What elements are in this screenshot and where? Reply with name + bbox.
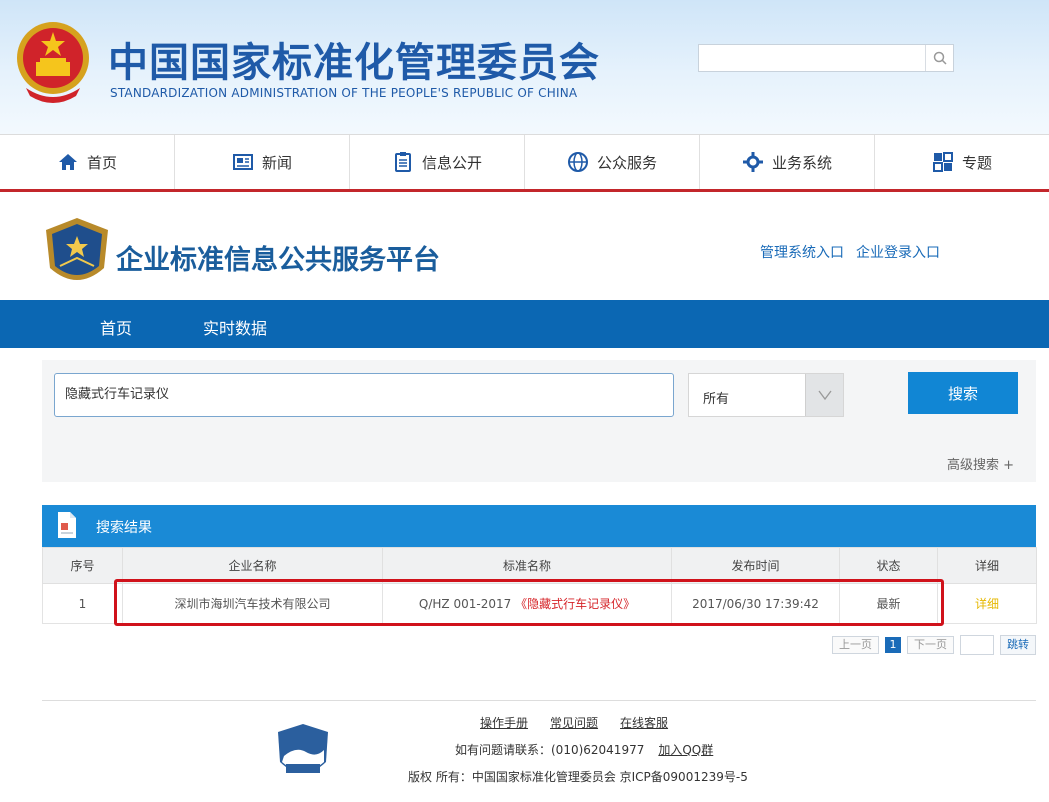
search-icon[interactable] <box>925 45 953 71</box>
status-text: 最新 <box>839 583 938 624</box>
main-nav-label: 首页 <box>86 153 117 172</box>
org-name-en: STANDARDIZATION ADMINISTRATION OF THE PE… <box>110 86 578 100</box>
footer-divider <box>42 700 1036 701</box>
jump-button[interactable]: 跳转 <box>1000 635 1036 655</box>
results-table: 序号 企业名称 标准名称 发布时间 状态 详细 1 深圳市海圳汽车技术有限公司 … <box>42 547 1037 624</box>
main-nav-label: 新闻 <box>261 153 292 172</box>
faq-link[interactable]: 常见问题 <box>550 716 598 730</box>
table-header-row: 序号 企业名称 标准名称 发布时间 状态 详细 <box>42 547 1037 584</box>
main-nav-info[interactable]: 信息公开 <box>350 135 525 189</box>
current-page[interactable]: 1 <box>885 637 901 653</box>
scope-select-value: 所有 <box>703 392 730 407</box>
publish-date: 2017/06/30 17:39:42 <box>671 583 840 624</box>
keyword-input[interactable]: 隐藏式行车记录仪 <box>54 373 674 417</box>
column-header: 序号 <box>42 547 123 584</box>
news-icon <box>232 154 253 170</box>
search-button[interactable]: 搜索 <box>908 372 1018 414</box>
detail-link[interactable]: 详细 <box>975 597 999 611</box>
topic-icon <box>932 152 953 172</box>
document-icon <box>58 512 76 538</box>
column-header: 发布时间 <box>671 547 840 584</box>
results-title: 搜索结果 <box>96 520 152 536</box>
main-nav-topic[interactable]: 专题 <box>875 135 1049 189</box>
sub-nav-home[interactable]: 首页 <box>100 315 132 339</box>
platform-title: 企业标准信息公共服务平台 <box>116 245 440 276</box>
platform-logo-icon <box>46 218 108 280</box>
site-search[interactable] <box>698 44 954 72</box>
standard-name-cell: Q/HZ 001-2017 《隐藏式行车记录仪》 <box>382 583 672 624</box>
main-nav: 首页 新闻 信息公开 公众服务 业务系统 专题 <box>0 134 1049 192</box>
pagination: 上一页 1 下一页 跳转 <box>832 635 1036 655</box>
footer-contact: 如有问题请联系：(010)62041977 加入QQ群 <box>455 741 713 758</box>
search-panel: 隐藏式行车记录仪 所有 搜索 高级搜索 + <box>42 360 1036 482</box>
chevron-down-icon[interactable] <box>805 374 843 416</box>
contact-text: 如有问题请联系：(010)62041977 <box>455 743 645 757</box>
advanced-search-link[interactable]: 高级搜索 + <box>947 454 1014 473</box>
scope-select[interactable]: 所有 <box>688 373 844 417</box>
main-nav-public[interactable]: 公众服务 <box>525 135 700 189</box>
qq-group-link[interactable]: 加入QQ群 <box>658 743 713 757</box>
gear-icon <box>742 152 763 172</box>
company-name: 深圳市海圳汽车技术有限公司 <box>122 583 383 624</box>
manual-link[interactable]: 操作手册 <box>480 716 528 730</box>
clipboard-icon <box>394 152 411 172</box>
sub-nav-realtime[interactable]: 实时数据 <box>203 315 267 339</box>
main-nav-label: 业务系统 <box>771 153 832 172</box>
site-banner: 中国国家标准化管理委员会 STANDARDIZATION ADMINISTRAT… <box>0 0 1049 134</box>
column-header: 详细 <box>937 547 1037 584</box>
column-header: 标准名称 <box>382 547 672 584</box>
support-link[interactable]: 在线客服 <box>620 716 668 730</box>
main-nav-news[interactable]: 新闻 <box>175 135 350 189</box>
row-number: 1 <box>42 583 123 624</box>
standard-code: Q/HZ 001-2017 <box>418 597 512 611</box>
prev-page-button[interactable]: 上一页 <box>832 636 879 654</box>
site-search-input[interactable] <box>699 45 925 71</box>
standard-title-link[interactable]: 《隐藏式行车记录仪》 <box>515 597 635 611</box>
main-nav-label: 公众服务 <box>596 153 657 172</box>
main-nav-home[interactable]: 首页 <box>0 135 175 189</box>
national-emblem-icon <box>17 22 89 103</box>
next-page-button[interactable]: 下一页 <box>907 636 954 654</box>
sub-nav: 首页 实时数据 <box>0 300 1049 348</box>
main-nav-label: 专题 <box>961 153 992 172</box>
column-header: 企业名称 <box>122 547 383 584</box>
column-header: 状态 <box>839 547 938 584</box>
footer-copyright: 版权 所有：中国国家标准化管理委员会 京ICP备09001239号-5 <box>408 770 748 784</box>
platform-links: 管理系统入口 企业登录入口 <box>760 242 952 262</box>
results-header: 搜索结果 <box>42 505 1036 547</box>
login-entry-link[interactable]: 企业登录入口 <box>856 245 940 261</box>
footer-links: 操作手册 常见问题 在线客服 <box>480 714 690 731</box>
main-nav-label: 信息公开 <box>421 153 482 172</box>
institution-badge-icon <box>278 724 328 773</box>
org-name-cn: 中国国家标准化管理委员会 <box>108 40 600 86</box>
detail-cell: 详细 <box>937 583 1037 624</box>
home-icon <box>58 154 77 170</box>
table-row: 1 深圳市海圳汽车技术有限公司 Q/HZ 001-2017 《隐藏式行车记录仪》… <box>42 583 1037 624</box>
admin-entry-link[interactable]: 管理系统入口 <box>760 245 844 261</box>
main-nav-business[interactable]: 业务系统 <box>700 135 875 189</box>
globe-icon <box>567 152 588 172</box>
page-number-input[interactable] <box>960 635 994 655</box>
